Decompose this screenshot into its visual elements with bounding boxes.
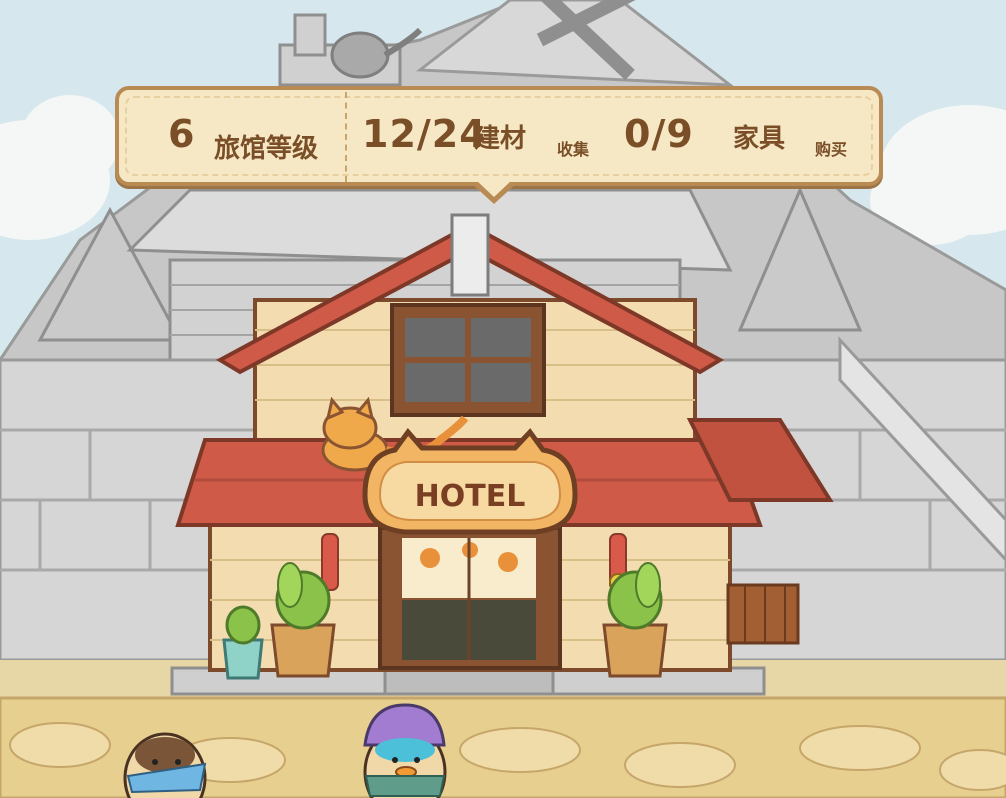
materials-sub-label: 收集	[557, 140, 590, 159]
hotel-level-label: 旅馆等级	[214, 134, 319, 164]
materials-value: 12/24	[362, 112, 487, 156]
hud-divider	[345, 92, 347, 182]
hotel-level-value: 6	[168, 112, 196, 156]
hotel-sign-text: HOTEL	[415, 479, 526, 514]
duck-guest-beanie[interactable]	[363, 703, 447, 798]
furniture-label: 家具	[733, 124, 786, 154]
furniture-value: 0/9	[624, 112, 694, 156]
banner-pointer-inner	[476, 180, 512, 197]
wooden-crate	[726, 583, 800, 645]
furniture-sub-label: 购买	[815, 140, 848, 159]
plant-pot-small[interactable]	[222, 605, 264, 680]
materials-label: 建材	[474, 124, 527, 154]
